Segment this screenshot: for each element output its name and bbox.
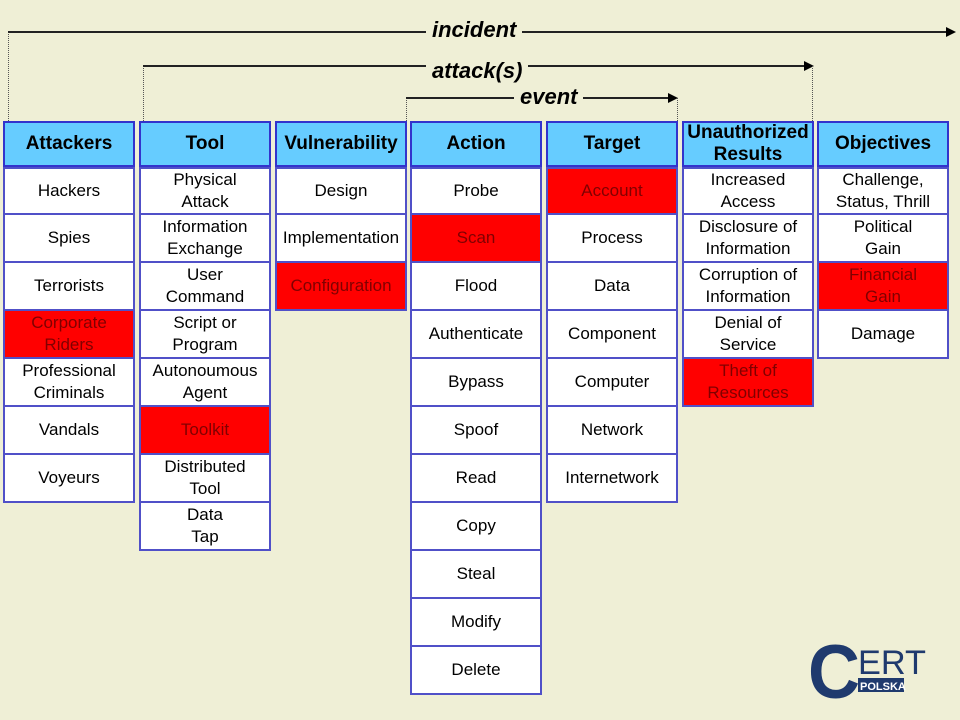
column-header: Tool (139, 121, 271, 167)
table-cell: Script or Program (139, 311, 271, 359)
table-cell: Spies (3, 215, 135, 263)
table-cell: Disclosure of Information (682, 215, 814, 263)
table-cell: Data (546, 263, 678, 311)
svg-text:C: C (808, 640, 860, 702)
table-cell: Modify (410, 599, 542, 647)
table-cell: Distributed Tool (139, 455, 271, 503)
table-cell: Network (546, 407, 678, 455)
column-header: Unauthorized Results (682, 121, 814, 167)
highlighted-cell: Configuration (275, 263, 407, 311)
table-cell: Professional Criminals (3, 359, 135, 407)
attacks-label: attack(s) (426, 59, 529, 83)
incident-label: incident (426, 18, 523, 42)
svg-text:ERT: ERT (858, 644, 926, 682)
table-cell: Information Exchange (139, 215, 271, 263)
table-cell: User Command (139, 263, 271, 311)
column-objectives: Objectives Challenge, Status, Thrill Polit… (817, 121, 949, 359)
event-end-marker (677, 98, 678, 121)
table-cell: Corruption of Information (682, 263, 814, 311)
incident-arrow-icon (946, 27, 956, 37)
highlighted-cell: Theft of Resources (682, 359, 814, 407)
column-vulnerability: Vulnerability Design Implementation Configu… (275, 121, 407, 311)
column-action: Action Probe Scan Flood Authenticate Bypass Sp… (410, 121, 542, 695)
attacks-start-marker (143, 66, 144, 121)
table-cell: Spoof (410, 407, 542, 455)
table-cell: Process (546, 215, 678, 263)
table-cell: Damage (817, 311, 949, 359)
incident-start-marker (8, 32, 9, 121)
table-cell: Political Gain (817, 215, 949, 263)
cert-polska-logo: C ERT POLSKA (808, 640, 926, 702)
table-cell: Delete (410, 647, 542, 695)
column-tool: Tool Physical Attack Information Exchange U… (139, 121, 271, 551)
table-cell: Voyeurs (3, 455, 135, 503)
table-cell: Component (546, 311, 678, 359)
column-target: Target Account Process Data Component Compute… (546, 121, 678, 503)
table-cell: Probe (410, 167, 542, 215)
table-cell: Vandals (3, 407, 135, 455)
column-header: Vulnerability (275, 121, 407, 167)
table-cell: Authenticate (410, 311, 542, 359)
event-start-marker (406, 98, 407, 121)
highlighted-cell: Scan (410, 215, 542, 263)
svg-text:POLSKA: POLSKA (860, 681, 906, 693)
attacks-end-marker (812, 66, 813, 121)
table-cell: Steal (410, 551, 542, 599)
highlighted-cell: Toolkit (139, 407, 271, 455)
table-cell: Computer (546, 359, 678, 407)
column-header: Attackers (3, 121, 135, 167)
table-cell: Copy (410, 503, 542, 551)
table-cell: Implementation (275, 215, 407, 263)
table-cell: Terrorists (3, 263, 135, 311)
table-cell: Bypass (410, 359, 542, 407)
table-cell: Autonoumous Agent (139, 359, 271, 407)
table-cell: Flood (410, 263, 542, 311)
table-cell: Hackers (3, 167, 135, 215)
column-header: Objectives (817, 121, 949, 167)
event-label: event (514, 85, 584, 109)
table-cell: Read (410, 455, 542, 503)
table-cell: Increased Access (682, 167, 814, 215)
table-cell: Data Tap (139, 503, 271, 551)
table-cell: Challenge, Status, Thrill (817, 167, 949, 215)
table-cell: Design (275, 167, 407, 215)
table-cell: Physical Attack (139, 167, 271, 215)
highlighted-cell: Corporate Riders (3, 311, 135, 359)
column-header: Target (546, 121, 678, 167)
column-header: Action (410, 121, 542, 167)
highlighted-cell: Account (546, 167, 678, 215)
highlighted-cell: Financial Gain (817, 263, 949, 311)
column-unauthorized-results: Unauthorized Results Increased Access Disc… (682, 121, 814, 407)
table-cell: Denial of Service (682, 311, 814, 359)
column-attackers: Attackers Hackers Spies Terrorists Corporate… (3, 121, 135, 503)
table-cell: Internetwork (546, 455, 678, 503)
